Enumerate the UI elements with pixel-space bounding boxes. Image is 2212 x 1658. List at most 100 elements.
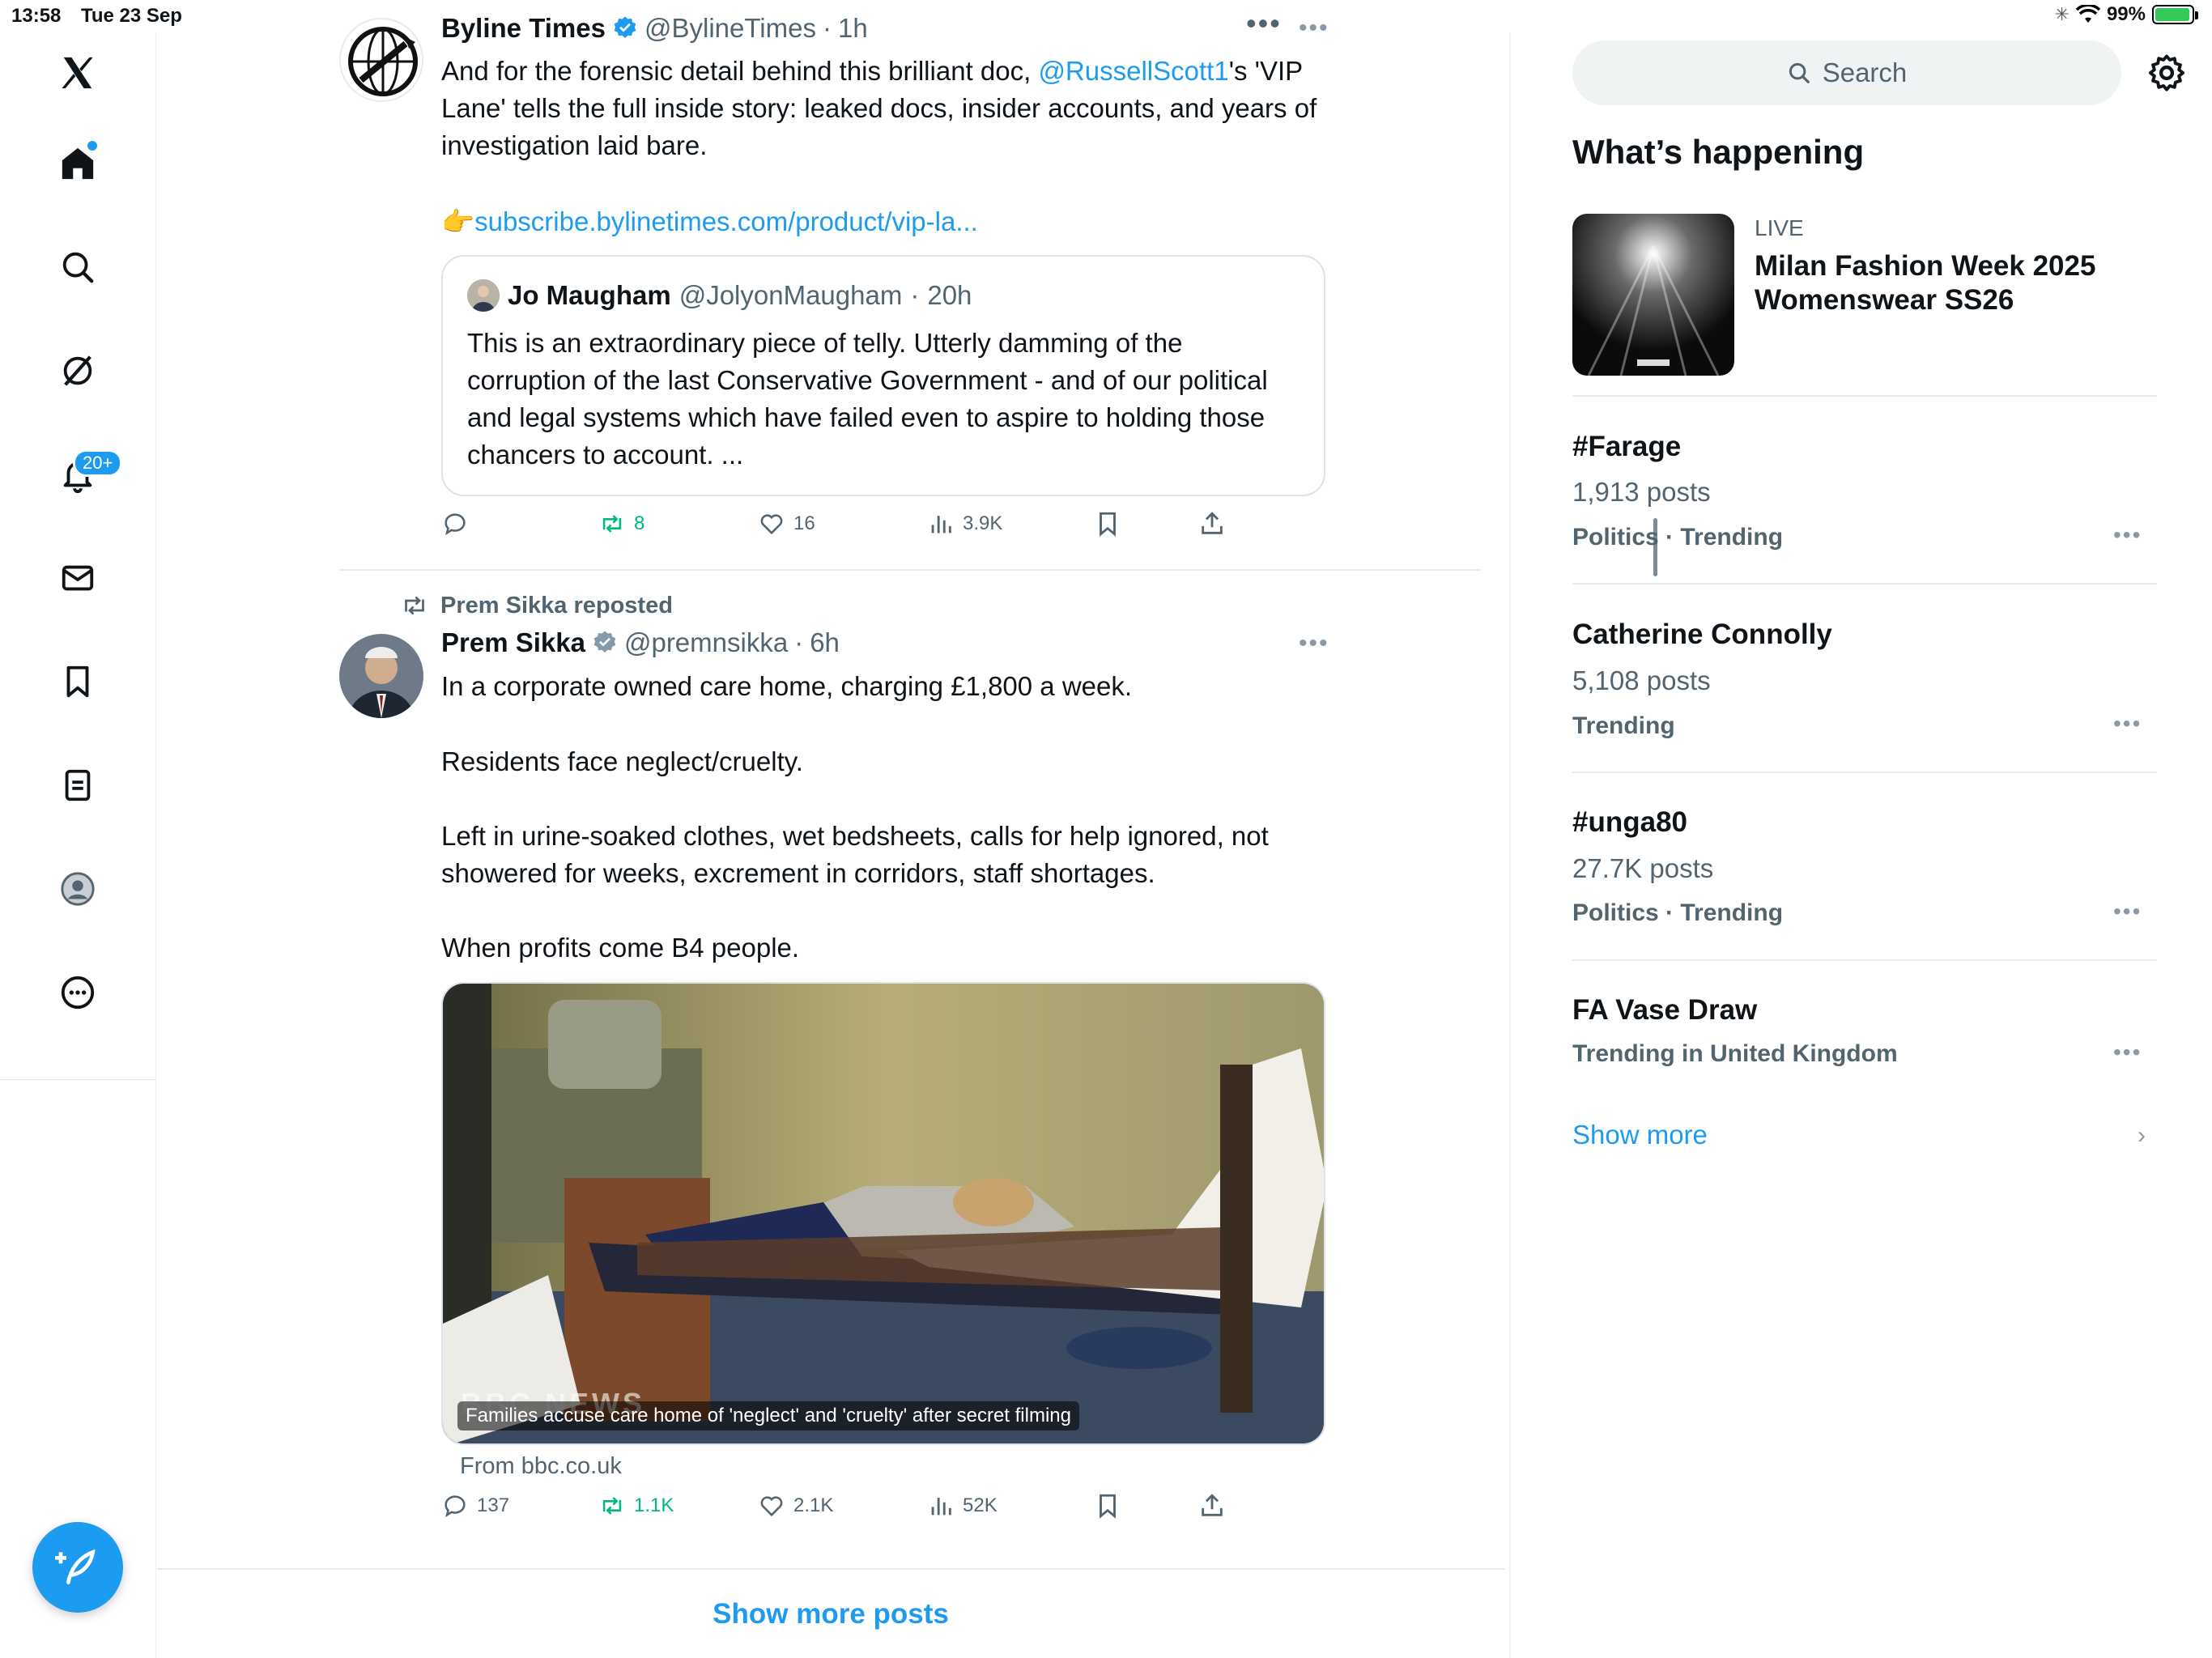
search-icon[interactable] — [52, 241, 104, 293]
quote-author[interactable]: Jo Maugham — [508, 280, 671, 311]
post1-views-button[interactable]: 3.9K — [927, 510, 1002, 538]
live-event-thumbnail[interactable] — [1572, 214, 1734, 376]
wifi-icon — [2075, 5, 2100, 23]
trend-count: 5,108 posts — [1572, 665, 1711, 695]
grok-icon[interactable] — [52, 345, 104, 397]
notifications-badge: 20+ — [73, 449, 123, 477]
trend-category: Trending in United Kingdom — [1572, 1040, 1898, 1067]
verified-icon — [614, 16, 636, 38]
repost-by-label[interactable]: Prem Sikka reposted — [440, 593, 673, 619]
timeline: ••• Byline Times @BylineTimes · 1h ••• A… — [157, 0, 1657, 1658]
post2-reply-count: 137 — [477, 1494, 510, 1516]
post1-link[interactable]: subscribe.bylinetimes.com/product/vip-la… — [474, 206, 978, 236]
post2-like-button[interactable]: 2.1K — [758, 1492, 833, 1520]
post2-views-button[interactable]: 52K — [927, 1492, 998, 1520]
post1-actions: 8 16 3.9K — [441, 510, 1332, 551]
post2-actions: 137 1.1K 2.1K 52K — [441, 1492, 1332, 1533]
post1-bookmark-button[interactable] — [1094, 510, 1121, 538]
trend-divider — [1572, 959, 2157, 961]
trend-category: Politics · Trending — [1572, 524, 1784, 551]
trend-name[interactable]: #unga80 — [1572, 806, 1687, 839]
compose-icon — [55, 1549, 96, 1584]
bookmark-icon[interactable] — [52, 656, 104, 708]
post1-mention[interactable]: @RussellScott1 — [1038, 56, 1228, 86]
post2-like-count: 2.1K — [793, 1494, 834, 1516]
post2-paragraph-1: In a corporate owned care home, charging… — [441, 671, 1133, 701]
live-event-title[interactable]: Milan Fashion Week 2025 Womenswear SS26 — [1755, 249, 2127, 317]
bookmark-icon — [1100, 1494, 1116, 1519]
trend-name[interactable]: FA Vase Draw — [1572, 994, 1757, 1027]
home-unread-dot — [87, 141, 97, 151]
quoted-post[interactable]: Jo Maugham @JolyonMaugham · 20h This is … — [441, 255, 1325, 496]
profile-icon[interactable] — [52, 863, 104, 915]
post2-author[interactable]: Prem Sikka — [441, 627, 585, 658]
search-icon — [1789, 62, 1810, 83]
trend-more-button[interactable]: ••• — [2113, 1039, 2142, 1065]
post1-text: And for the forensic detail behind this … — [441, 56, 1317, 160]
top-more-menu[interactable]: ••• — [1246, 6, 1282, 40]
search-input[interactable]: Search — [1572, 40, 2121, 105]
quote-handle[interactable]: @JolyonMaugham — [679, 280, 903, 311]
views-icon — [931, 1498, 951, 1516]
post2-media-card[interactable]: BBC NEWS Families accuse care home of 'n… — [441, 982, 1325, 1445]
media-caption: Families accuse care home of 'neglect' a… — [457, 1401, 1079, 1431]
show-more-posts-button[interactable]: Show more posts — [157, 1568, 1504, 1658]
live-label: LIVE — [1755, 215, 1804, 240]
post1-more-button[interactable]: ••• — [1299, 15, 1329, 42]
post2-views-count: 52K — [963, 1494, 998, 1516]
care-home-image — [443, 984, 1324, 1443]
avatar-prem-sikka[interactable] — [339, 634, 423, 718]
quote-header: Jo Maugham @JolyonMaugham · 20h — [467, 279, 972, 312]
trend-name[interactable]: #Farage — [1572, 431, 1681, 463]
trend-name[interactable]: Catherine Connolly — [1572, 619, 1832, 651]
trend-divider — [1572, 772, 2157, 773]
trend-more-button[interactable]: ••• — [2113, 899, 2142, 925]
post2-more-button[interactable]: ••• — [1299, 630, 1329, 657]
post2-bookmark-button[interactable] — [1094, 1492, 1121, 1520]
trend-divider — [1572, 583, 2157, 585]
post1-author[interactable]: Byline Times — [441, 13, 606, 44]
whats-happening-title: What’s happening — [1572, 133, 1865, 171]
views-icon — [931, 516, 951, 534]
bookmark-icon — [1100, 512, 1116, 537]
repost-indicator: Prem Sikka reposted — [400, 591, 673, 620]
post2-paragraph-3: Left in urine-soaked clothes, wet bedshe… — [441, 821, 1269, 888]
status-right: ✳ 99% — [2055, 3, 2198, 26]
status-time: 13:58 — [11, 5, 62, 27]
x-logo-icon[interactable] — [52, 47, 104, 99]
post1-handle[interactable]: @BylineTimes — [644, 13, 816, 44]
settings-button[interactable] — [2146, 52, 2188, 94]
trend-more-button[interactable]: ••• — [2113, 711, 2142, 737]
compose-button[interactable] — [32, 1522, 123, 1613]
avatar-byline-times[interactable] — [339, 18, 423, 102]
search-placeholder: Search — [1822, 57, 1908, 87]
repost-icon — [602, 1497, 622, 1515]
share-icon — [1202, 1494, 1223, 1516]
post1-share-button[interactable] — [1198, 510, 1226, 538]
trend-more-button[interactable]: ••• — [2113, 522, 2142, 548]
post2-reply-button[interactable]: 137 — [441, 1492, 509, 1520]
post2-share-button[interactable] — [1198, 1492, 1226, 1520]
post2-repost-button[interactable]: 1.1K — [598, 1492, 674, 1520]
share-icon — [1202, 512, 1223, 534]
trend-count: 1,913 posts — [1572, 477, 1711, 507]
post1-repost-button[interactable]: 8 — [598, 510, 644, 538]
post2-paragraph-2: Residents face neglect/cruelty. — [441, 746, 803, 776]
trend-category: Trending — [1572, 712, 1675, 739]
post2-time[interactable]: 6h — [810, 627, 840, 658]
nav-divider — [0, 1079, 156, 1080]
post1-like-button[interactable]: 16 — [758, 510, 815, 538]
mail-icon[interactable] — [52, 552, 104, 604]
post1-like-count: 16 — [793, 512, 815, 534]
post1-time[interactable]: 1h — [838, 13, 868, 44]
trends-show-more[interactable]: Show more — [1572, 1120, 1708, 1150]
more-circle-icon[interactable] — [52, 967, 104, 1018]
chevron-right-icon: › — [2138, 1122, 2146, 1149]
post1-views-count: 3.9K — [963, 512, 1003, 534]
avatar-jo-maugham[interactable] — [467, 279, 500, 312]
like-icon — [760, 514, 783, 535]
post1-reply-button[interactable] — [441, 510, 469, 538]
media-source[interactable]: From bbc.co.uk — [460, 1453, 622, 1480]
lists-icon[interactable] — [52, 759, 104, 811]
post2-handle[interactable]: @premnsikka — [624, 627, 788, 658]
